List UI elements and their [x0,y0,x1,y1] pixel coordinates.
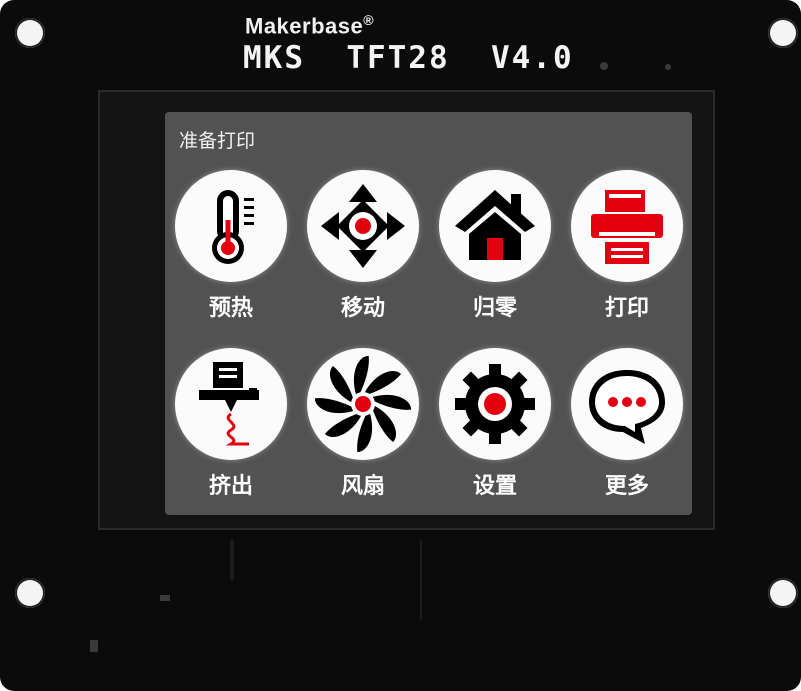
tile-print[interactable]: 打印 [567,170,687,321]
smd-component [160,595,170,601]
tile-label: 挤出 [208,474,253,499]
screen-title: 准备打印 [179,130,256,152]
tile-fan[interactable]: 风扇 [303,348,423,499]
smd-pad [600,62,608,70]
mount-hole-top-left [15,18,45,48]
pcb-board: Makerbase® MKS TFT28 V4.0 准备打印 预热 移动 归零 … [0,0,801,691]
fan-icon [307,348,419,460]
pcb-trace [420,540,422,620]
smd-pad [665,64,671,70]
tile-label: 移动 [340,296,385,321]
tile-extrude[interactable]: 挤出 [171,348,291,499]
tile-label: 归零 [472,296,517,321]
mount-hole-bottom-left [15,578,45,608]
tile-home[interactable]: 归零 [435,170,555,321]
smd-component [90,640,98,652]
home-icon [439,170,551,282]
tile-label: 打印 [604,296,649,321]
tile-preheat[interactable]: 预热 [171,170,291,321]
printer-icon [571,170,683,282]
move-arrows-icon [307,170,419,282]
gear-icon [439,348,551,460]
extruder-icon [175,348,287,460]
tile-settings[interactable]: 设置 [435,348,555,499]
tile-label: 风扇 [340,474,385,499]
tile-label: 设置 [472,474,517,499]
thermometer-icon [175,170,287,282]
mount-hole-top-right [768,18,798,48]
brand-label: Makerbase® [245,12,375,39]
tile-label: 预热 [208,296,253,321]
touch-screen: 准备打印 预热 移动 归零 打印 挤出 风扇 设置 更多 [165,112,692,515]
tile-more[interactable]: 更多 [567,348,687,499]
tile-label: 更多 [604,474,649,499]
mount-hole-bottom-right [768,578,798,608]
model-label: MKS TFT28 V4.0 [243,40,574,76]
more-chat-icon [571,348,683,460]
tile-move[interactable]: 移动 [303,170,423,321]
pcb-trace [230,540,234,580]
